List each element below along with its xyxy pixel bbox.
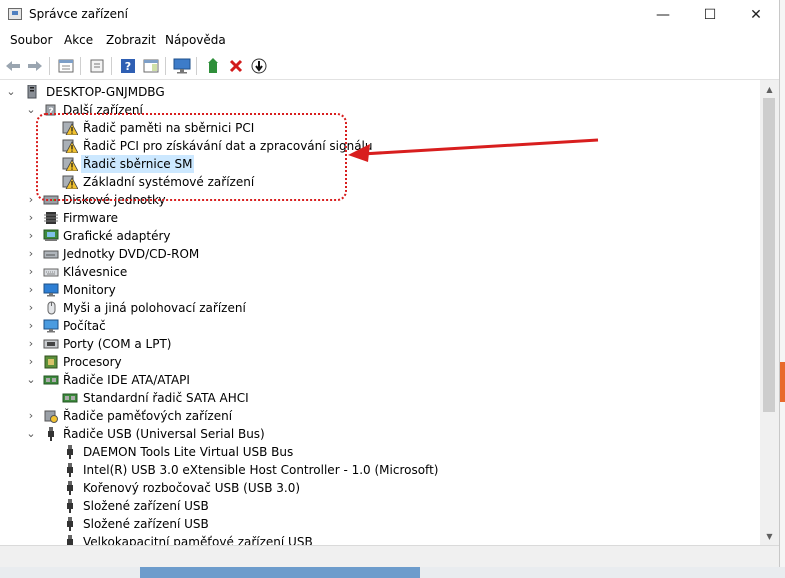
show-hidden-icon[interactable]: [87, 56, 107, 76]
properties-icon[interactable]: [56, 56, 76, 76]
expand-chevron-icon[interactable]: ›: [25, 353, 37, 371]
tree-item-label: Řadiče IDE ATA/ATAPI: [63, 373, 190, 387]
device-label: Složené zařízení USB: [83, 499, 209, 513]
sata-controller-icon: [62, 391, 78, 405]
device-manager-window: Správce zařízení — ☐ ✕ Soubor Akce Zobra…: [0, 0, 780, 567]
expand-chevron-icon[interactable]: ›: [25, 281, 37, 299]
expand-chevron-icon[interactable]: ›: [25, 407, 37, 425]
usb-icon: [62, 499, 78, 513]
status-bar: [0, 545, 779, 567]
processor-icon: [43, 355, 59, 369]
display-adapter-icon: [43, 229, 59, 243]
menu-soubor[interactable]: Soubor: [10, 33, 52, 47]
tree-item-label: Klávesnice: [63, 265, 128, 279]
background-accent: [780, 362, 785, 402]
expand-chevron-icon[interactable]: ›: [25, 299, 37, 317]
collapse-chevron-icon[interactable]: ⌄: [25, 425, 37, 443]
firmware-chip-icon: [43, 211, 59, 225]
mouse-icon: [43, 301, 59, 315]
tree-item-label: Jednotky DVD/CD-ROM: [63, 247, 200, 261]
keyboard-icon: [43, 265, 59, 279]
background-window-strip: [780, 0, 785, 578]
usb-icon: [62, 463, 78, 477]
tree-item-label: Počítač: [63, 319, 106, 333]
close-button[interactable]: ✕: [733, 0, 779, 30]
device-label: Složené zařízení USB: [83, 517, 209, 531]
tree-item-label: Řadiče USB (Universal Serial Bus): [63, 427, 265, 441]
computer-monitor-icon: [43, 319, 59, 333]
back-icon[interactable]: [3, 56, 23, 76]
computer-icon: [25, 84, 41, 99]
menu-napoveda[interactable]: Nápověda: [165, 33, 226, 47]
collapse-chevron-icon[interactable]: ⌄: [5, 83, 17, 101]
toolbar-separator: [111, 57, 112, 75]
storage-controller-icon: [43, 409, 59, 423]
action-panel-icon[interactable]: [141, 56, 161, 76]
device-manager-app-icon: [8, 8, 22, 20]
scan-hardware-icon[interactable]: [172, 56, 192, 76]
tree-item-label: Řadiče paměťových zařízení: [63, 409, 233, 423]
tree-item-label: Myši a jiná polohovací zařízení: [63, 301, 246, 315]
toolbar-separator: [80, 57, 81, 75]
toolbar-separator: [165, 57, 166, 75]
expand-chevron-icon[interactable]: ›: [25, 245, 37, 263]
annotation-highlight-box: [36, 113, 347, 201]
ide-controller-icon: [43, 373, 59, 387]
expand-chevron-icon[interactable]: ›: [25, 335, 37, 353]
toolbar-separator: [196, 57, 197, 75]
expand-chevron-icon[interactable]: ›: [25, 227, 37, 245]
maximize-button[interactable]: ☐: [687, 0, 733, 30]
forward-icon[interactable]: [25, 56, 45, 76]
usb-icon: [62, 517, 78, 531]
annotation-arrow-icon: [348, 138, 599, 162]
usb-icon: [43, 427, 59, 441]
update-driver-icon[interactable]: [203, 56, 223, 76]
expand-chevron-icon[interactable]: ›: [25, 191, 37, 209]
collapse-chevron-icon[interactable]: ⌄: [25, 371, 37, 389]
menu-akce[interactable]: Akce: [64, 33, 93, 47]
toolbar: ?: [0, 53, 779, 80]
collapse-chevron-icon[interactable]: ⌄: [25, 101, 37, 119]
menu-bar: Soubor Akce Zobrazit Nápověda: [0, 30, 779, 52]
port-icon: [43, 337, 59, 351]
device-label: Kořenový rozbočovač USB (USB 3.0): [83, 481, 301, 495]
tree-item-label: Monitory: [63, 283, 116, 297]
tree-item-label: Procesory: [63, 355, 122, 369]
device-label: Intel(R) USB 3.0 eXtensible Host Control…: [83, 463, 439, 477]
help-icon[interactable]: ?: [118, 56, 138, 76]
monitor-icon: [43, 283, 59, 297]
menu-zobrazit[interactable]: Zobrazit: [106, 33, 156, 47]
tree-item-label: Firmware: [63, 211, 118, 225]
device-label: Velkokapacitní paměťové zařízení USB: [83, 535, 313, 545]
window-title: Správce zařízení: [29, 7, 128, 21]
svg-text:?: ?: [125, 60, 131, 73]
expand-chevron-icon[interactable]: ›: [25, 263, 37, 281]
scroll-up-arrow-icon[interactable]: ▲: [760, 81, 779, 98]
toolbar-separator: [49, 57, 50, 75]
title-bar: Správce zařízení — ☐ ✕: [0, 0, 779, 30]
minimize-button[interactable]: —: [640, 0, 686, 30]
usb-icon: [62, 481, 78, 495]
computer-name: DESKTOP-GNJMDBG: [46, 85, 165, 99]
disable-icon[interactable]: [249, 56, 269, 76]
device-label: DAEMON Tools Lite Virtual USB Bus: [83, 445, 294, 459]
device-label: Standardní řadič SATA AHCI: [83, 391, 249, 405]
dvd-drive-icon: [43, 247, 59, 261]
usb-icon: [62, 445, 78, 459]
background-window-edge: [140, 567, 420, 578]
scroll-down-arrow-icon[interactable]: ▼: [760, 528, 779, 545]
expand-chevron-icon[interactable]: ›: [25, 317, 37, 335]
tree-item-label: Porty (COM a LPT): [63, 337, 172, 351]
scrollbar-thumb[interactable]: [763, 98, 775, 412]
expand-chevron-icon[interactable]: ›: [25, 209, 37, 227]
uninstall-icon[interactable]: [226, 56, 246, 76]
usb-icon: [62, 535, 78, 545]
tree-item-label: Grafické adaptéry: [63, 229, 171, 243]
